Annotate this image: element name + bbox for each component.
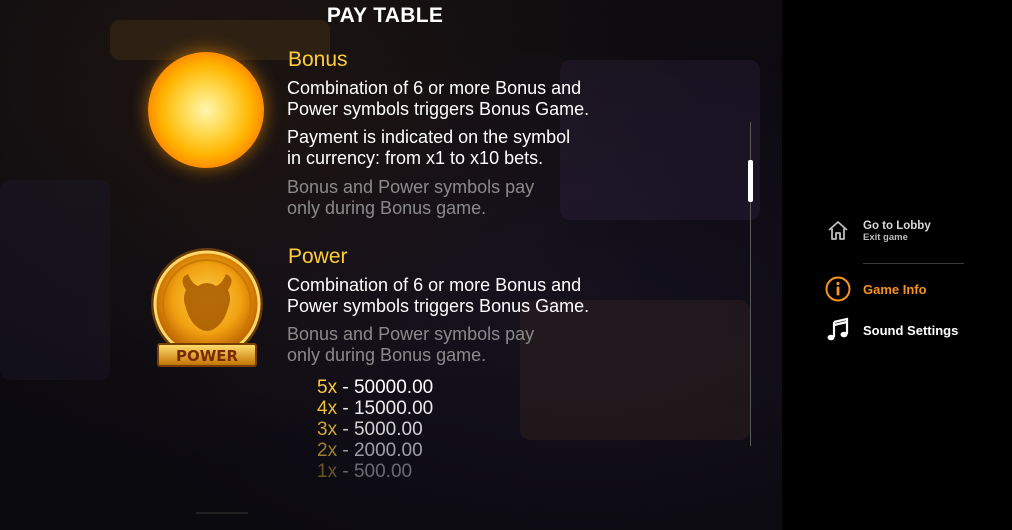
page-title: PAY TABLE xyxy=(326,4,444,27)
side-menu: Go to Lobby Exit game Game Info Sound Se… xyxy=(782,0,1012,530)
game-info-button[interactable]: Game Info xyxy=(824,275,927,303)
pay-separator: - xyxy=(337,419,354,440)
pay-row: 4x - 15000.00 xyxy=(317,399,433,419)
text-line: Combination of 6 or more Bonus and xyxy=(287,78,582,98)
power-bull-icon: POWER xyxy=(148,248,266,370)
text-line: only during Bonus game. xyxy=(287,345,487,365)
pay-amount: 500.00 xyxy=(353,461,413,482)
bonus-description: Combination of 6 or more Bonus and Power… xyxy=(287,78,647,120)
pay-separator: - xyxy=(337,398,354,419)
power-title: Power xyxy=(288,245,348,268)
divider xyxy=(196,512,248,514)
pay-amount: 5000.00 xyxy=(353,419,423,440)
text-line: Payment is indicated on the symbol xyxy=(287,127,571,147)
bonus-title: Bonus xyxy=(288,48,348,71)
info-icon xyxy=(824,275,852,303)
bonus-payment-info: Payment is indicated on the symbol in cu… xyxy=(287,127,647,169)
pay-separator: - xyxy=(337,461,354,482)
scrollbar-thumb[interactable] xyxy=(748,160,753,202)
pay-amount: 50000.00 xyxy=(353,377,434,398)
menu-divider xyxy=(863,263,964,264)
power-note: Bonus and Power symbols pay only during … xyxy=(287,324,647,366)
lobby-text: Go to Lobby Exit game xyxy=(863,220,931,243)
music-note-icon xyxy=(824,316,852,344)
sound-settings-button[interactable]: Sound Settings xyxy=(824,316,958,344)
lobby-sublabel: Exit game xyxy=(863,231,908,243)
home-icon xyxy=(824,217,852,245)
sound-settings-label: Sound Settings xyxy=(863,322,959,338)
power-description: Combination of 6 or more Bonus and Power… xyxy=(287,275,647,317)
pay-amount: 15000.00 xyxy=(353,398,434,419)
text-line: Power symbols triggers Bonus Game. xyxy=(287,296,590,316)
text-line: Combination of 6 or more Bonus and xyxy=(287,275,582,295)
pay-count: 5x xyxy=(317,377,338,398)
power-badge-text: POWER xyxy=(176,347,239,365)
background-reel xyxy=(0,180,110,380)
pay-count: 4x xyxy=(317,398,338,419)
lobby-label: Go to Lobby xyxy=(863,219,931,232)
bonus-note: Bonus and Power symbols pay only during … xyxy=(287,177,647,219)
pay-count: 2x xyxy=(317,440,338,461)
pay-row: 5x - 50000.00 xyxy=(317,378,433,398)
game-info-label: Game Info xyxy=(863,281,927,297)
pay-separator: - xyxy=(337,377,354,398)
pay-count: 1x xyxy=(317,461,338,482)
pay-amount: 2000.00 xyxy=(353,440,423,461)
pay-row: 2x - 2000.00 xyxy=(317,441,423,461)
text-line: in currency: from x1 to x10 bets. xyxy=(287,148,544,168)
text-line: only during Bonus game. xyxy=(287,198,487,218)
text-line: Power symbols triggers Bonus Game. xyxy=(287,99,590,119)
paytable-panel: PAY TABLE Bonus Combination of 6 or more… xyxy=(0,0,782,530)
text-line: Bonus and Power symbols pay xyxy=(287,177,535,197)
background-reel xyxy=(520,300,750,440)
text-line: Bonus and Power symbols pay xyxy=(287,324,535,344)
pay-separator: - xyxy=(337,440,354,461)
pay-row: 1x - 500.00 xyxy=(317,462,412,482)
bonus-sun-icon xyxy=(148,52,264,168)
pay-row: 3x - 5000.00 xyxy=(317,420,423,440)
pay-count: 3x xyxy=(317,419,338,440)
go-to-lobby-button[interactable]: Go to Lobby Exit game xyxy=(824,217,931,245)
